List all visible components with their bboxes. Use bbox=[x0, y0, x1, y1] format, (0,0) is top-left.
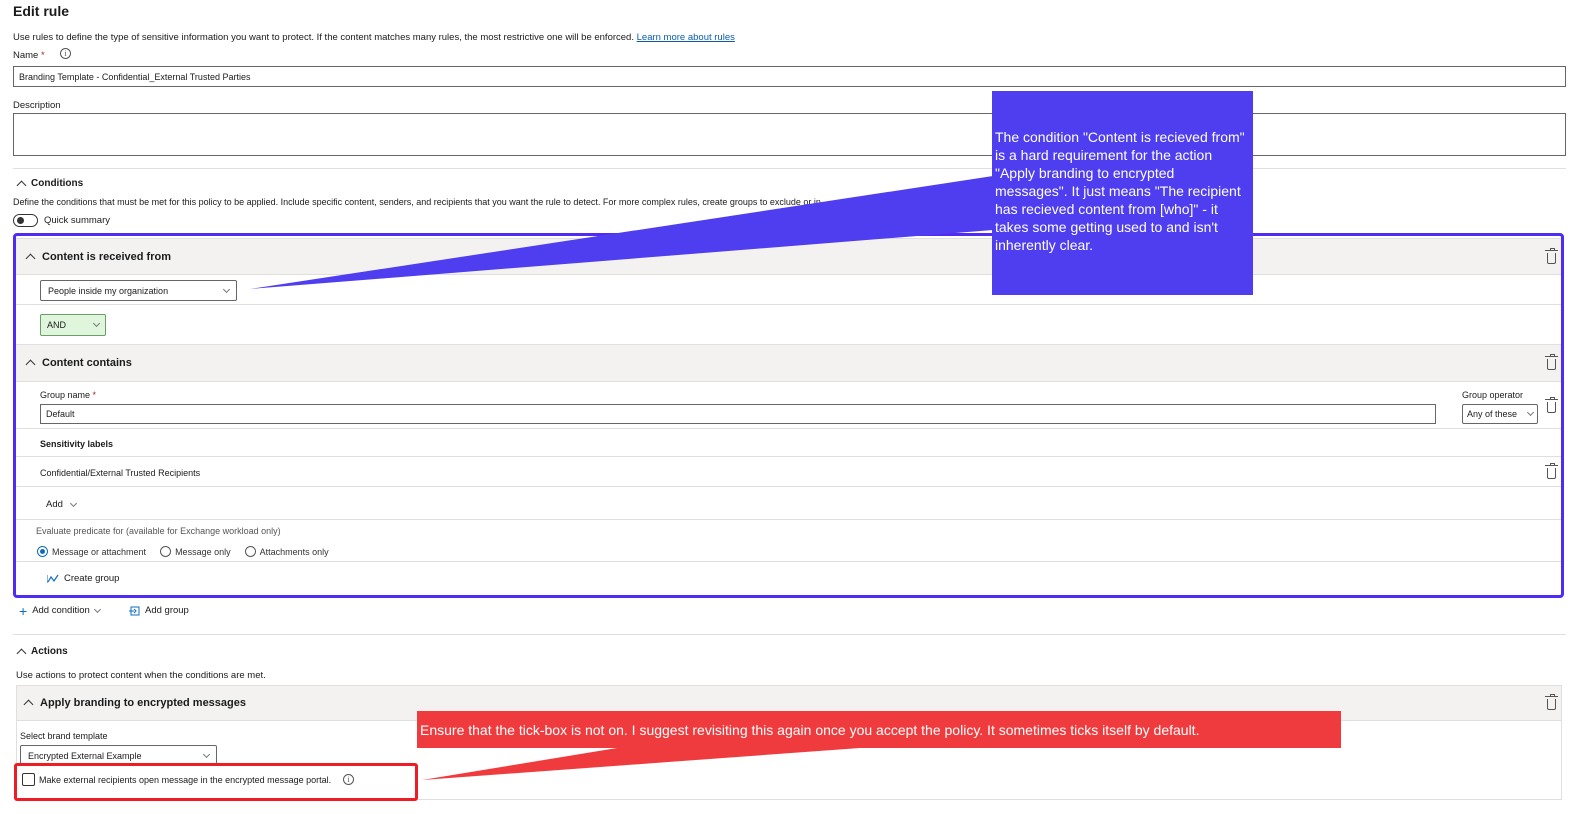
callout-pointers bbox=[250, 176, 993, 780]
blue-callout-pointer bbox=[250, 176, 993, 289]
red-callout: Ensure that the tick-box is not on. I su… bbox=[417, 711, 1341, 748]
blue-callout: The condition "Content is recieved from"… bbox=[992, 91, 1253, 295]
red-callout-pointer bbox=[422, 748, 860, 780]
